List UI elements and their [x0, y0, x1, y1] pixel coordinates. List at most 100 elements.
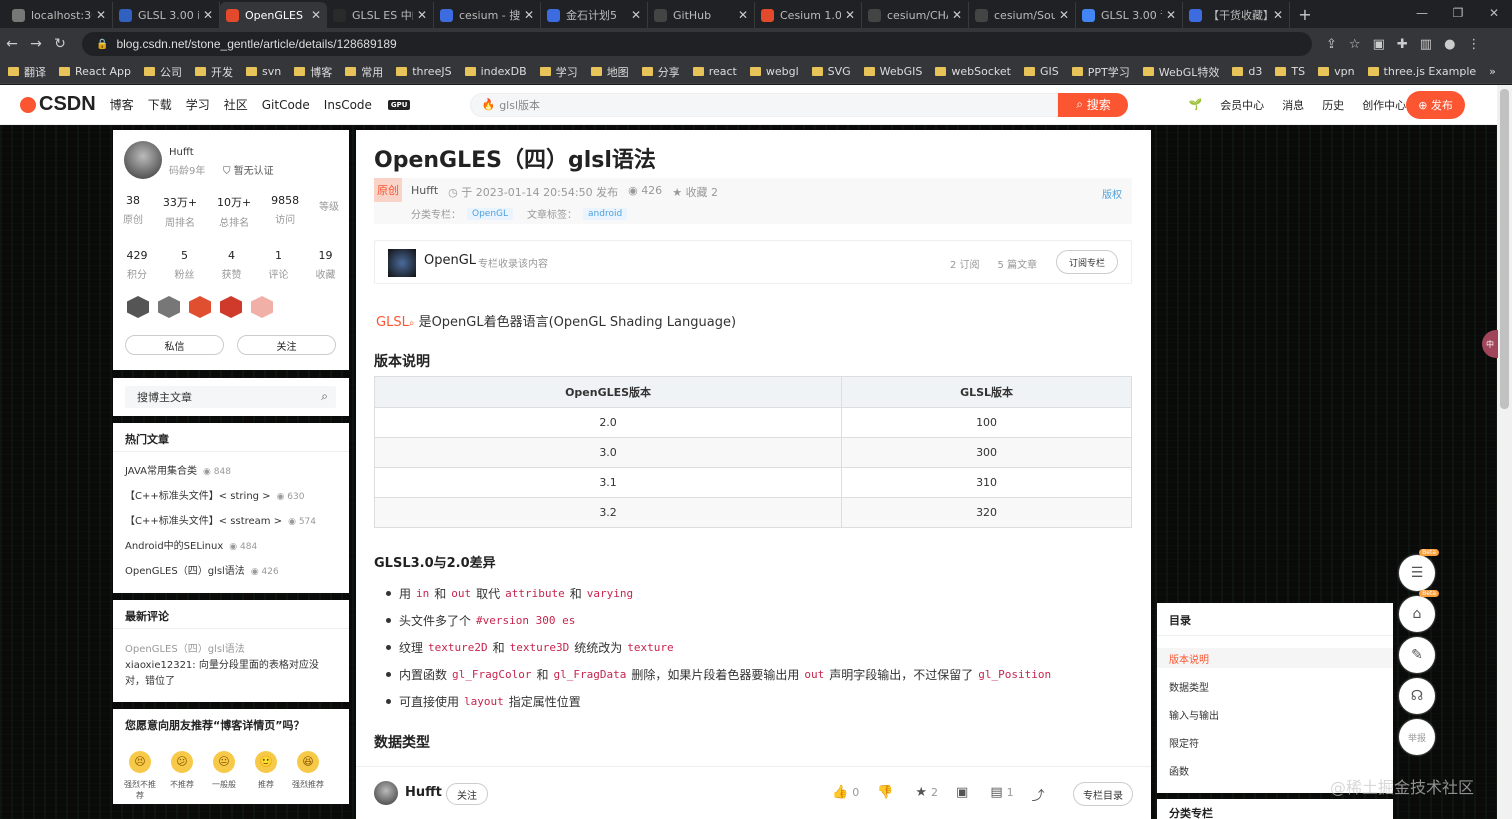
profile-icon[interactable]: ● — [1444, 37, 1455, 52]
browser-tab[interactable]: cesium/Sour ✕ — [969, 2, 1076, 28]
column-toc-button[interactable]: 专栏目录 — [1073, 782, 1133, 806]
favorite-count[interactable]: ★ 收藏 2 — [672, 184, 718, 200]
recommend-option[interactable]: 🙂 推荐 — [249, 751, 283, 801]
hot-article-item[interactable]: Android中的SELinux ◉ 484 — [125, 537, 257, 552]
share-icon[interactable]: ⇪ — [1326, 37, 1337, 52]
browser-tab[interactable]: GitHub ✕ — [648, 2, 755, 28]
bottom-author[interactable]: Hufft — [405, 785, 442, 800]
recommend-option[interactable]: 😕 不推荐 — [165, 751, 199, 801]
close-tab-icon[interactable]: ✕ — [1166, 8, 1176, 22]
stat-item[interactable]: 33万+ 周排名 — [163, 194, 197, 229]
bookmark-item[interactable]: GIS — [1023, 65, 1059, 78]
close-tab-icon[interactable]: ✕ — [311, 8, 321, 22]
close-tab-icon[interactable]: ✕ — [738, 8, 748, 22]
close-tab-icon[interactable]: ✕ — [631, 8, 641, 22]
nav-item[interactable]: 学习 — [186, 96, 210, 113]
bookmark-item[interactable]: d3 — [1232, 65, 1262, 78]
follow-button[interactable]: 关注 — [237, 335, 336, 355]
bookmark-item[interactable]: WebGL特效 — [1142, 64, 1219, 80]
badge-icon[interactable] — [220, 296, 242, 318]
glsl-link[interactable]: GLSL⌕ — [376, 315, 414, 330]
scrollbar-thumb[interactable] — [1500, 89, 1509, 409]
right-nav-item[interactable]: 创作中心 — [1362, 97, 1406, 113]
stat-item[interactable]: 4 获赞 — [222, 249, 242, 281]
comment-text[interactable]: xiaoxie12321: 向量分段里面的表格对应没对，错位了 — [125, 658, 337, 690]
share-button[interactable]: ⤴ — [1032, 785, 1049, 804]
publish-button[interactable]: ⊕ 发布 — [1406, 90, 1465, 119]
url-input[interactable]: 🔒 blog.csdn.net/stone_gentle/article/det… — [82, 32, 1312, 56]
bookmark-item[interactable]: React App — [59, 65, 131, 78]
hot-article-item[interactable]: JAVA常用集合类 ◉ 848 — [125, 462, 231, 477]
toc-item[interactable]: 输入与输出 — [1157, 704, 1393, 724]
bookmark-item[interactable]: 分享 — [641, 64, 680, 80]
extension-icon[interactable]: ▣ — [1373, 37, 1385, 52]
comment-button[interactable]: ▤ 1 — [990, 785, 1013, 804]
bookmark-item[interactable]: webSocket — [935, 65, 1011, 78]
bookmark-item[interactable]: WebGIS — [863, 65, 922, 78]
badge-icon[interactable] — [251, 296, 273, 318]
restore-icon[interactable]: ❐ — [1440, 0, 1476, 28]
blog-search-input[interactable]: 搜博主文章 ⌕ — [125, 386, 336, 408]
bookmark-item[interactable]: PPT学习 — [1071, 64, 1130, 80]
forward-icon[interactable]: → — [24, 36, 48, 52]
stat-item[interactable]: 5 粉丝 — [175, 249, 195, 281]
bookmark-item[interactable]: threeJS — [396, 65, 452, 78]
bookmark-item[interactable]: 翻译 — [8, 64, 46, 80]
stat-item[interactable]: 10万+ 总排名 — [217, 194, 251, 229]
category-tag[interactable]: OpenGL — [467, 207, 514, 220]
badge-icon[interactable] — [127, 296, 149, 318]
page-scrollbar[interactable] — [1497, 85, 1512, 819]
subscribe-column-button[interactable]: 订阅专栏 — [1056, 250, 1118, 274]
avatar[interactable] — [374, 781, 398, 805]
bookmark-item[interactable]: SVG — [811, 65, 851, 78]
badge-icon[interactable] — [158, 296, 180, 318]
recommend-option[interactable]: 😆 强烈推荐 — [291, 751, 325, 801]
puzzle-icon[interactable]: ✚ — [1397, 37, 1408, 52]
nav-item[interactable]: GitCode — [262, 98, 310, 112]
comment-article-link[interactable]: OpenGLES（四）glsl语法 — [125, 640, 245, 655]
profile-name[interactable]: Hufft — [169, 147, 194, 158]
new-tab-button[interactable]: + — [1290, 2, 1320, 28]
menu-icon[interactable]: ⋮ — [1467, 37, 1480, 52]
avatar[interactable] — [124, 141, 162, 179]
reward-button[interactable]: ▣ — [956, 785, 972, 804]
close-tab-icon[interactable]: ✕ — [417, 8, 427, 22]
bookmark-item[interactable]: react — [692, 65, 737, 78]
close-tab-icon[interactable]: ✕ — [203, 8, 213, 22]
more-bookmarks-icon[interactable]: » — [1489, 65, 1496, 78]
nav-item[interactable]: 博客 — [110, 96, 134, 113]
browser-tab[interactable]: GLSL 3.00 语 ✕ — [1076, 2, 1183, 28]
close-tab-icon[interactable]: ✕ — [1059, 8, 1069, 22]
nav-item[interactable]: 社区 — [224, 96, 248, 113]
browser-tab[interactable]: cesium/CHA ✕ — [862, 2, 969, 28]
bookmark-item[interactable]: 学习 — [539, 64, 578, 80]
nav-item[interactable]: 下载 — [148, 96, 172, 113]
toc-item[interactable]: 限定符 — [1157, 732, 1393, 752]
browser-tab[interactable]: GLSL 3.00 in ✕ — [113, 2, 220, 28]
search-input[interactable]: 🔥 glsl版本 — [470, 92, 1059, 117]
dislike-button[interactable]: 👎 — [877, 785, 897, 804]
reload-icon[interactable]: ↻ — [48, 36, 72, 52]
close-tab-icon[interactable]: ✕ — [1273, 8, 1283, 22]
report-button[interactable]: 举报 — [1399, 719, 1435, 755]
browser-tab[interactable]: OpenGLES ✕ — [220, 2, 327, 28]
search-icon[interactable]: ⌕ — [321, 389, 328, 404]
browser-tab[interactable]: localhost:3000 ✕ — [6, 2, 113, 28]
browser-tab[interactable]: 金石计划5 ✕ — [541, 2, 648, 28]
recommend-option[interactable]: 😐 一般般 — [207, 751, 241, 801]
bookmark-item[interactable]: indexDB — [464, 65, 527, 78]
edit-tool-button[interactable]: ✎ — [1399, 637, 1435, 673]
right-nav-item[interactable]: 会员中心 — [1220, 97, 1264, 113]
minimize-icon[interactable]: — — [1404, 0, 1440, 28]
bookmark-item[interactable]: svn — [246, 65, 281, 78]
stat-item[interactable]: 38 原创 — [123, 194, 143, 229]
stat-item[interactable]: 1 评论 — [269, 249, 289, 281]
browser-tab[interactable]: cesium - 搜索 ✕ — [434, 2, 541, 28]
close-tab-icon[interactable]: ✕ — [524, 8, 534, 22]
right-nav-item[interactable]: 历史 — [1322, 97, 1344, 113]
close-window-icon[interactable]: ✕ — [1476, 0, 1512, 28]
sidepanel-icon[interactable]: ▥ — [1420, 37, 1432, 52]
bookmark-item[interactable]: 公司 — [144, 64, 182, 80]
bottom-follow-button[interactable]: 关注 — [446, 783, 488, 805]
stat-item[interactable]: 19 收藏 — [316, 249, 336, 281]
